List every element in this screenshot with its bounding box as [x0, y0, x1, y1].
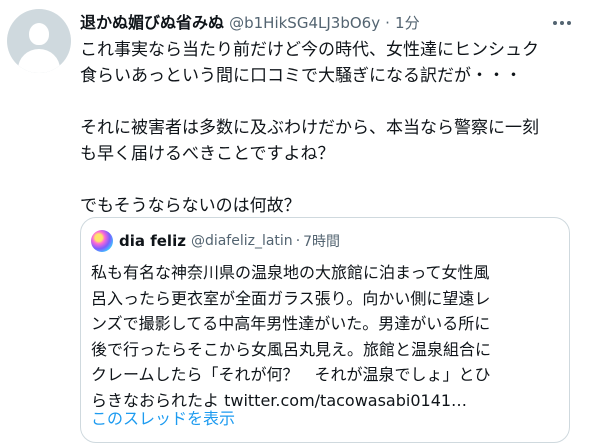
quoted-text-line: ンズで撮影してる中高年男性達がいた。男達がいる所に: [91, 314, 491, 333]
tweet-text-line: でもそうならないのは何故？: [80, 196, 301, 216]
more-dots-icon[interactable]: [549, 12, 575, 34]
quoted-tweet-text: 私も有名な神奈川県の温泉地の大旅館に泊まって女性風 呂入ったら更衣室が全面ガラス…: [91, 260, 561, 413]
tweet-text-line: [80, 89, 580, 115]
tweet-header: 退かぬ媚びぬ省みぬ @b1HikSG4LJ3bO6y · 1分: [80, 12, 550, 34]
quoted-header-separator: ·: [295, 233, 301, 249]
tweet[interactable]: 退かぬ媚びぬ省みぬ @b1HikSG4LJ3bO6y · 1分 これ事実なら当た…: [0, 0, 593, 448]
show-thread-link[interactable]: このスレッドを表示: [91, 408, 235, 430]
quoted-tweet-timestamp: 7時間: [303, 234, 341, 250]
more-dot: [560, 21, 564, 25]
tweet-text-line: それに被害者は多数に及ぶわけだから、本当なら警察に一刻: [80, 118, 539, 138]
quoted-author-avatar: [91, 230, 113, 252]
author-display-name[interactable]: 退かぬ媚びぬ省みぬ: [80, 13, 224, 32]
quoted-tweet-card[interactable]: dia feliz @diafeliz_latin · 7時間 私も有名な神奈川…: [80, 217, 570, 443]
quoted-tweet-header: dia feliz @diafeliz_latin · 7時間: [91, 230, 340, 252]
more-dot: [567, 21, 571, 25]
tweet-text-line: [80, 167, 580, 193]
quoted-text-line: 私も有名な神奈川県の温泉地の大旅館に泊まって女性風: [91, 263, 490, 282]
quoted-author-display-name: dia feliz: [119, 232, 186, 250]
quoted-author-handle: @diafeliz_latin: [190, 233, 293, 249]
quoted-text-line: 呂入ったら更衣室が全面ガラス張り。向かい側に望遠レ: [91, 288, 491, 308]
tweet-timestamp[interactable]: 1分: [395, 14, 420, 32]
avatar-placeholder-head: [29, 23, 49, 45]
tweet-text: これ事実なら当たり前だけど今の時代、女性達にヒンシュク 食らいあっという間に口コ…: [80, 37, 580, 219]
tweet-text-line: も早く届けるべきことですよね？: [80, 144, 335, 164]
more-dot: [553, 21, 557, 25]
avatar-placeholder-body: [18, 49, 60, 73]
quoted-text-line: クレームしたら「それが何？ それが温泉でしょ」とひ: [91, 365, 491, 384]
tweet-text-line: 食らいあっという間に口コミで大騒ぎになる訳だが・・・: [80, 66, 522, 86]
quoted-text-line: 後で行ったらそこから女風呂丸見え。旅館と温泉組合に: [91, 339, 492, 359]
author-handle[interactable]: @b1HikSG4LJ3bO6y: [229, 14, 380, 32]
tweet-text-line: これ事実なら当たり前だけど今の時代、女性達にヒンシュク: [80, 40, 539, 60]
header-separator: ·: [385, 14, 390, 32]
avatar[interactable]: [7, 9, 71, 73]
